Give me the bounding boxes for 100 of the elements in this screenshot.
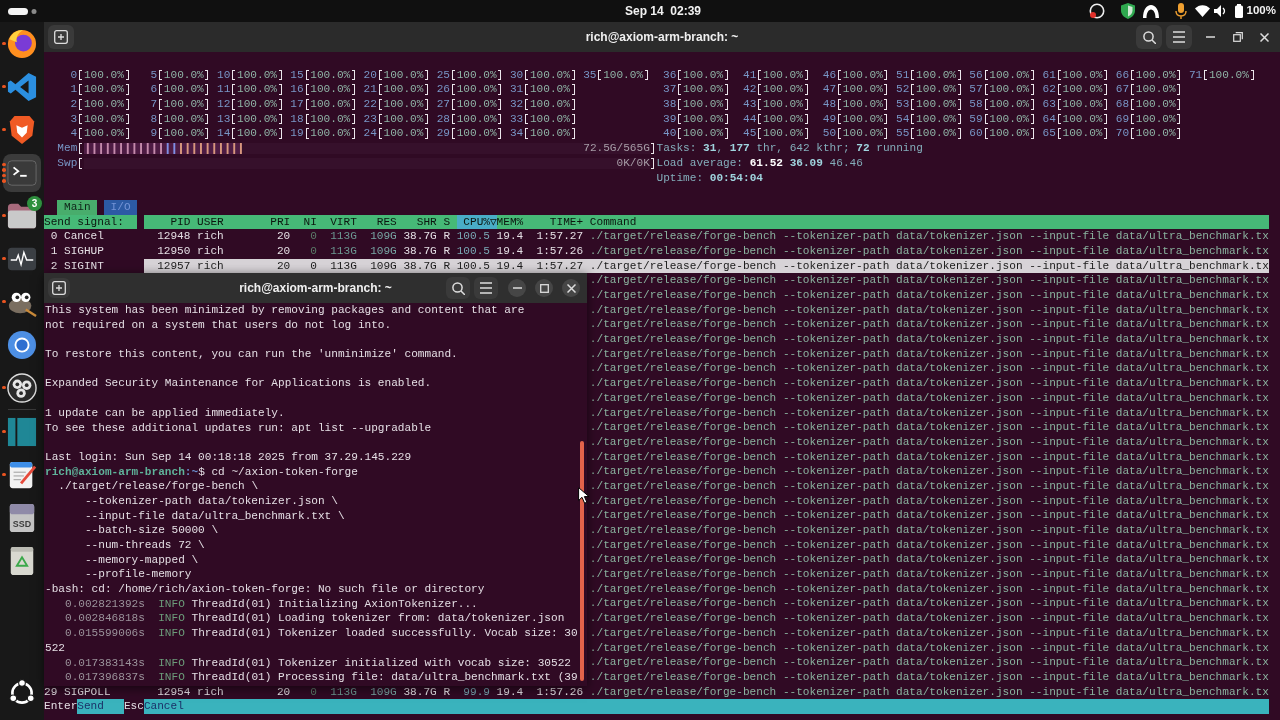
dot-ring-icon[interactable]	[8, 678, 36, 707]
terminal-line: -bash: cd: /home/rich/axion-token-forge: No such file or directory	[45, 582, 485, 597]
terminal-line: Last login: Sun Sep 14 00:18:18 2025 from 37.29.145.229	[45, 449, 412, 465]
new-tab-button[interactable]	[48, 278, 70, 298]
cpu-label: 49	[821, 111, 837, 127]
cpu-usage-meter: 100.0%	[157, 82, 211, 98]
column-header[interactable]: SHR	[416, 214, 437, 230]
table-cell: 20	[276, 684, 291, 700]
table-cell: ./target/release/forge-bench --tokenizer-path data/tokenizer.json --input-file data/ultra_benchmark.tx	[589, 420, 1269, 435]
signal-item[interactable]: 1 SIGHUP	[44, 243, 138, 259]
function-button[interactable]: Cancel	[143, 699, 1269, 714]
two-panel-icon[interactable]	[7, 416, 37, 447]
column-header[interactable]: CPU%▽	[456, 214, 497, 230]
window-title: rich@axiom-arm-branch: ~	[239, 280, 392, 296]
wifi-icon[interactable]	[1194, 5, 1210, 17]
column-header[interactable]: PRI	[270, 214, 291, 230]
command-line: ./target/release/forge-bench \	[58, 479, 259, 494]
close-button[interactable]	[562, 279, 580, 297]
ring-icon[interactable]	[1088, 3, 1105, 19]
search-button[interactable]	[1136, 25, 1162, 49]
signal-item[interactable]: 29 SIGPOLL	[44, 684, 138, 700]
scrollbar-thumb[interactable]	[580, 441, 584, 681]
table-cell: rich	[197, 684, 224, 700]
cpu-label: 50	[821, 126, 837, 142]
circle-ring-icon[interactable]	[7, 329, 37, 360]
signal-item[interactable]: 0 Cancel	[44, 229, 138, 244]
restore-icon[interactable]	[1232, 32, 1243, 42]
cpu-usage-meter: 100.0%	[676, 97, 730, 112]
table-cell: ./target/release/forge-bench --tokenizer-path data/tokenizer.json --input-file data/ultra_benchmark.tx	[589, 684, 1269, 700]
swap-reading: 0K/0K	[616, 155, 650, 171]
tab[interactable]: Main	[57, 199, 98, 215]
cpu-usage-meter: 100.0%	[376, 67, 431, 83]
function-button[interactable]: Send	[77, 699, 124, 714]
table-cell: 12950	[157, 243, 191, 259]
table-cell: 113G	[330, 229, 357, 244]
cpu-label: 65	[1041, 126, 1056, 142]
table-cell: 0	[310, 684, 317, 700]
notepad-pencil-icon[interactable]	[7, 459, 37, 490]
terminal-line: To see these additional updates run: apt list --upgradable	[45, 420, 432, 436]
cpu-label: 18	[289, 111, 304, 127]
close-icon[interactable]	[1260, 32, 1269, 42]
cpu-usage-meter: 100.0%	[982, 97, 1036, 112]
signal-item[interactable]: 2 SIGINT	[44, 258, 138, 274]
column-header[interactable]: USER	[197, 214, 224, 230]
selected-process-row[interactable]: 12957 rich 20 0 113G 109G 38.7G R 100.5 19.4 1:57.27 ./target/release/forge-bench --tokenizer-path data/tokenizer.json --input-file data/ultra_benchmark.tx	[143, 258, 1269, 274]
shield-icon[interactable]	[1120, 3, 1135, 19]
table-cell: rich	[197, 258, 224, 274]
command-option-line: --batch-size 50000 \	[84, 523, 219, 538]
cpu-usage-meter: 100.0%	[157, 97, 211, 112]
globe-icon[interactable]	[7, 28, 37, 59]
microphone-icon[interactable]	[1174, 3, 1187, 19]
maximize-button[interactable]	[535, 279, 553, 297]
column-header[interactable]: NI	[303, 214, 317, 230]
column-header[interactable]: RES	[376, 214, 397, 230]
arch-icon[interactable]	[1142, 4, 1159, 18]
menu-button[interactable]	[474, 277, 498, 299]
cpu-label: 23	[362, 111, 377, 127]
column-header[interactable]: TIME+	[549, 214, 584, 230]
table-cell: 113G	[330, 258, 357, 274]
cpu-usage-meter: 100.0%	[450, 97, 504, 112]
cpu-usage-meter: 100.0%	[230, 97, 284, 112]
cpu-label: 28	[435, 111, 451, 127]
cpu-usage-meter: 100.0%	[1055, 67, 1110, 83]
column-header[interactable]: S	[443, 214, 451, 230]
search-button[interactable]	[446, 277, 470, 299]
table-cell: 109G	[370, 243, 397, 259]
table-cell: rich	[197, 243, 224, 259]
battery-icon[interactable]	[1234, 4, 1243, 18]
cpu-usage-meter: 100.0%	[676, 126, 730, 142]
column-header[interactable]: PID	[170, 214, 191, 230]
three-circle-icon[interactable]	[7, 372, 37, 403]
cpu-label: 16	[289, 82, 304, 98]
clock[interactable]: Sep 14 02:39	[624, 2, 702, 20]
workspace-indicator-icon[interactable]	[8, 7, 37, 15]
menu-button[interactable]	[1166, 25, 1192, 49]
table-cell: ./target/release/forge-bench --tokenizer-path data/tokenizer.json --input-file data/ultra_benchmark.tx	[589, 611, 1269, 626]
cpu-usage-meter: 100.0%	[523, 97, 577, 112]
minimize-button[interactable]	[508, 279, 526, 297]
cpu-label: 51	[895, 67, 910, 83]
cpu-label: 5	[149, 67, 158, 83]
cpu-usage-meter: 100.0%	[230, 111, 284, 127]
column-header[interactable]: MEM%	[496, 214, 524, 230]
cpu-usage-meter: 100.0%	[909, 111, 963, 127]
load-average: Load average: 61.52 36.09 46.46	[656, 156, 863, 169]
table-cell: 0	[310, 243, 317, 259]
table-cell: ./target/release/forge-bench --tokenizer-path data/tokenizer.json --input-file data/ultra_benchmark.tx	[589, 258, 1269, 274]
new-tab-button[interactable]	[48, 25, 74, 49]
terminal-line: 522	[45, 640, 65, 656]
drive-icon[interactable]: SSD	[7, 502, 37, 533]
ribbon-icon[interactable]	[7, 71, 37, 102]
table-cell: 38.7G	[403, 229, 437, 244]
column-header[interactable]: VIRT	[330, 214, 357, 230]
new-tab-icon	[52, 281, 66, 295]
table-cell: ./target/release/forge-bench --tokenizer-path data/tokenizer.json --input-file data/ultra_benchmark.tx	[589, 523, 1269, 538]
volume-icon[interactable]	[1213, 5, 1227, 17]
column-header[interactable]: Command	[589, 214, 637, 230]
close-icon	[566, 283, 576, 293]
shield-icon[interactable]	[7, 114, 37, 145]
table-cell: 19.4	[496, 243, 524, 259]
cpu-usage-meter: 100.0%	[1055, 111, 1110, 127]
